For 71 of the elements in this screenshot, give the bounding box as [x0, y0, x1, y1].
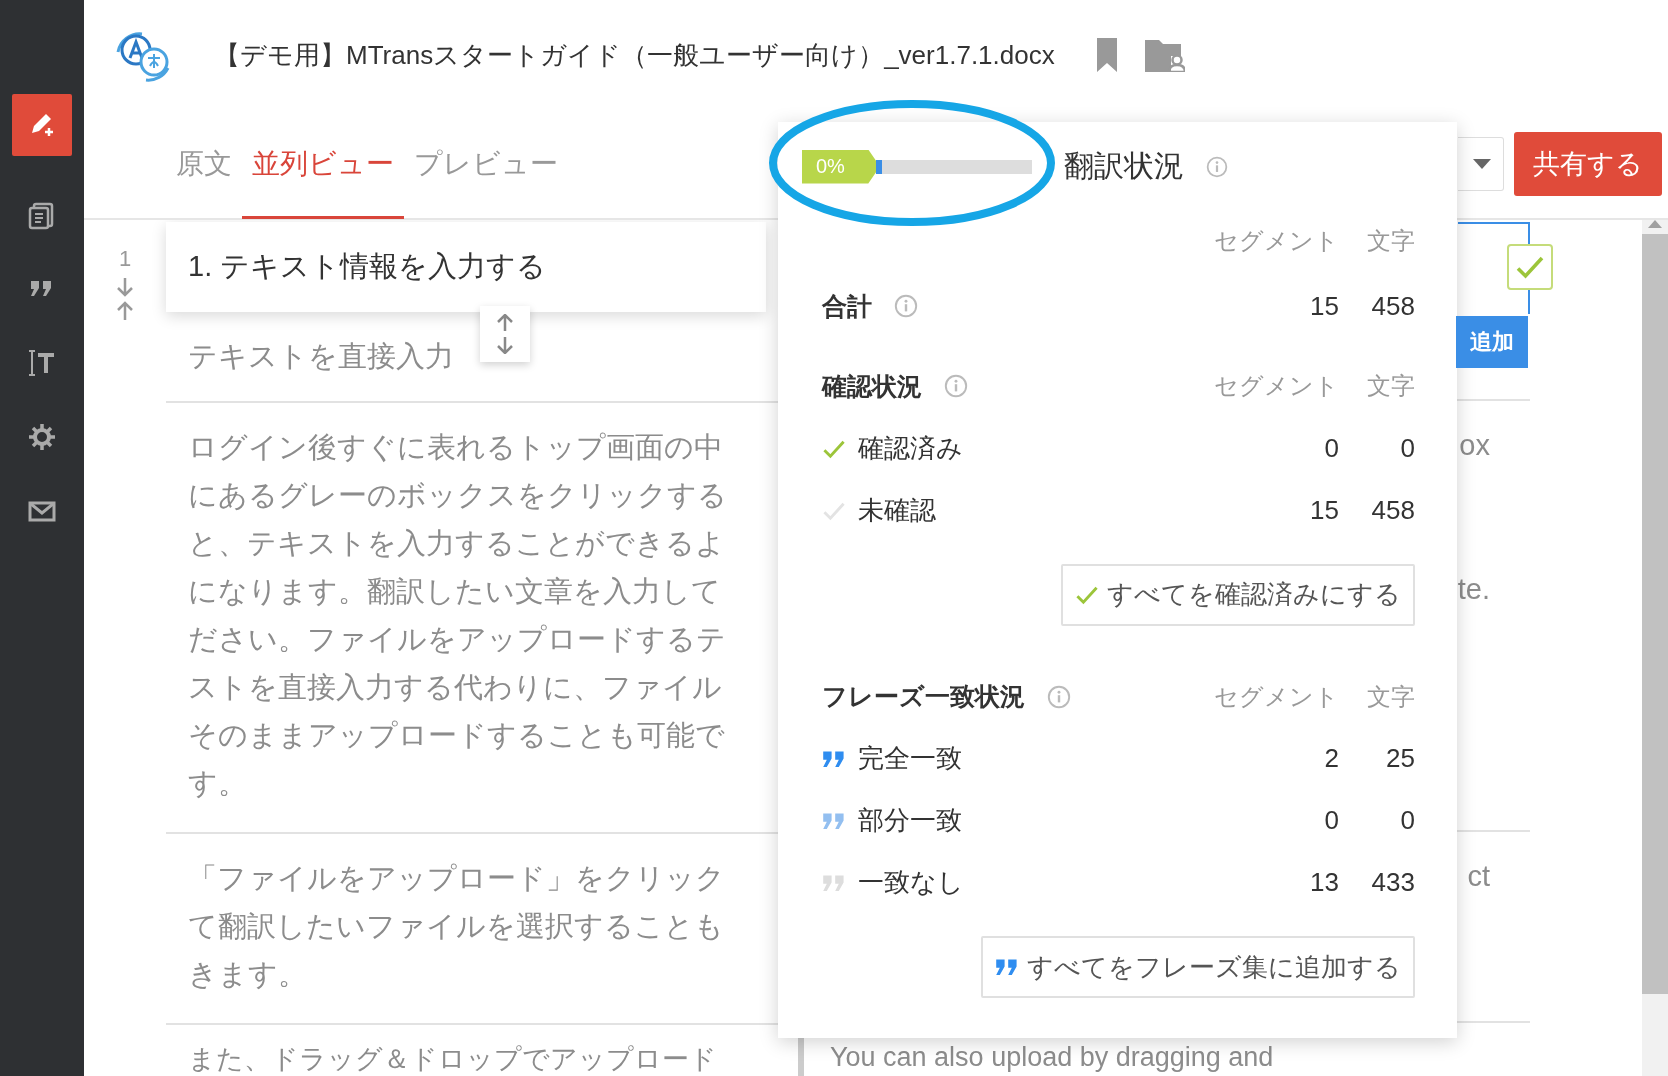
target-text-line: You can also upload by dragging and [830, 1041, 1274, 1074]
segment-count: 2 [1323, 743, 1339, 775]
source-text-line: になります。翻訳したい文章を入力して [188, 574, 721, 609]
character-count: 458 [1370, 290, 1415, 322]
source-text-line: 「ファイルをアップロード」をクリック [188, 861, 725, 896]
segment-count: 15 [1309, 290, 1339, 322]
source-text-line: て翻訳したいファイルを選択することも [188, 909, 724, 944]
scroll-up-icon [1648, 220, 1662, 228]
source-text-line: ストを直接入力する代わりに、ファイル [188, 670, 722, 705]
view-tab[interactable]: プレビュー [404, 111, 568, 219]
segment-number: 1 [118, 246, 132, 272]
source-text-line: ログイン後すぐに表れるトップ画面の中 [188, 430, 723, 465]
row-label: 確認済み [858, 432, 963, 465]
source-text-line: す。 [188, 766, 247, 801]
source-text-line: そのままアップロードすることも可能で [188, 718, 725, 753]
segment-count: 13 [1309, 867, 1339, 899]
column-header: 文字 [1366, 681, 1415, 712]
panel-title: 翻訳状況 [1064, 148, 1184, 184]
target-text-line: te. [1457, 572, 1490, 607]
row-label: 一致なし [858, 866, 964, 900]
source-text-line: ださい。ファイルをアップロードするテ [188, 622, 726, 657]
column-header: 文字 [1366, 371, 1415, 402]
sidebar-item[interactable] [12, 94, 72, 156]
target-text-line: ox [1459, 428, 1490, 463]
folder-user-icon [1144, 38, 1185, 72]
info-icon [944, 374, 968, 399]
column-header: セグメント [1213, 681, 1339, 712]
view-tab[interactable]: 並列ビュー [242, 111, 404, 219]
bookmark-icon [1094, 38, 1119, 72]
share-button[interactable]: 共有する [1514, 132, 1662, 196]
segment-count: 0 [1323, 433, 1339, 464]
reorder-arrows-icon [115, 278, 135, 320]
row-label: 未確認 [858, 494, 936, 528]
source-text-line: にあるグレーのボックスをクリックする [188, 478, 727, 513]
quote-icon [995, 957, 1019, 977]
row-label: 完全一致 [858, 742, 962, 776]
resize-handle[interactable] [480, 306, 530, 362]
character-count: 0 [1399, 433, 1415, 464]
dropdown[interactable] [1458, 137, 1504, 191]
document-title: 【デモ用】MTransスタートガイド（一般ユーザー向け）_ver1.7.1.docx [214, 38, 1055, 72]
segment-count: 0 [1323, 805, 1339, 837]
character-count: 0 [1399, 805, 1415, 837]
section-title: 合計 [822, 290, 872, 322]
source-text-line: きます。 [188, 957, 307, 992]
segment-heading[interactable]: 1. テキスト情報を入力する [166, 222, 766, 312]
info-icon [1047, 684, 1071, 709]
vertical-arrows-icon [496, 314, 514, 354]
column-header: セグメント [1213, 371, 1339, 402]
source-text-line: また、ドラッグ＆ドロップでアップロード [188, 1043, 717, 1076]
character-count: 433 [1370, 867, 1415, 899]
source-text-line: と、テキストを入力することができるよ [188, 526, 725, 561]
add-all-to-phrasebook-button[interactable]: すべてをフレーズ集に追加する [981, 936, 1415, 998]
source-text-line: テキストを直接入力 [188, 339, 454, 374]
row-label: 部分一致 [858, 804, 962, 838]
add-button[interactable]: 追加 [1456, 316, 1528, 368]
column-header: 文字 [1366, 226, 1415, 257]
info-icon [1206, 155, 1228, 178]
confirm-checkbox[interactable] [1507, 244, 1553, 290]
character-count: 458 [1370, 495, 1415, 527]
column-header: セグメント [1213, 226, 1339, 257]
scrollbar[interactable] [1642, 220, 1668, 1076]
character-count: 25 [1385, 743, 1415, 775]
caret-icon [1473, 159, 1491, 169]
settings-icon [26, 421, 58, 453]
target-text-line: ct [1467, 859, 1490, 894]
segment-count: 15 [1309, 495, 1339, 527]
section-title: フレーズ一致状況 [822, 681, 1025, 713]
view-tab[interactable]: 原文 [166, 111, 242, 219]
info-icon [894, 294, 918, 319]
section-title: 確認状況 [822, 370, 922, 402]
mark-all-confirmed-button[interactable]: すべてを確認済みにする [1061, 563, 1415, 626]
